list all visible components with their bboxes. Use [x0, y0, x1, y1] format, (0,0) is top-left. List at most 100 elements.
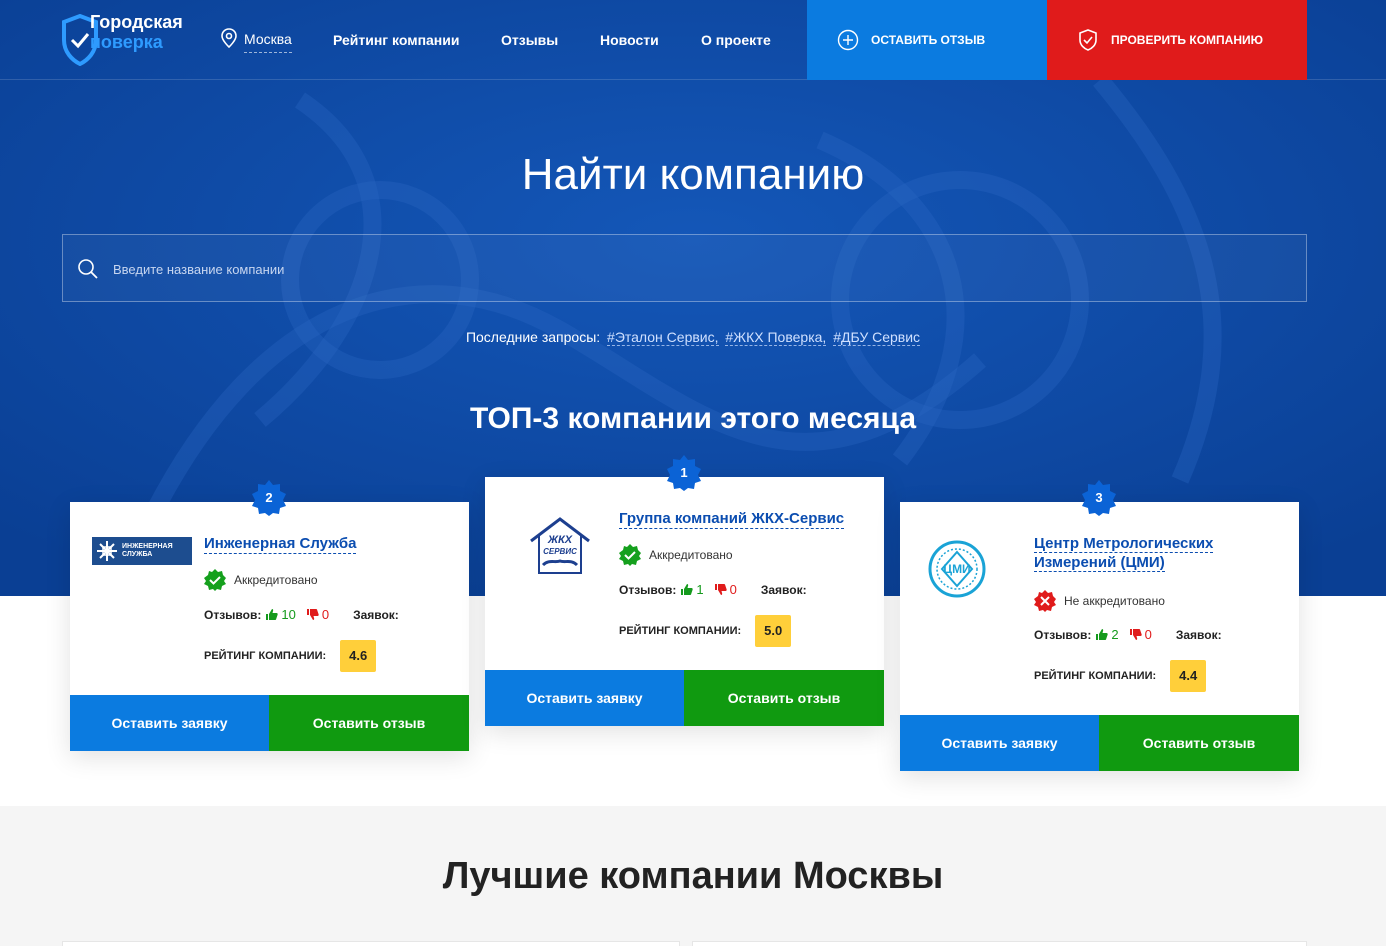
thumbs-up-icon: [1096, 629, 1109, 640]
nav-news[interactable]: Новости: [600, 32, 659, 48]
company-name[interactable]: Группа компаний ЖКХ-Сервис: [619, 509, 845, 529]
company-name[interactable]: Центр Метрологических Измерений (ЦМИ): [1034, 534, 1294, 572]
recent-tag[interactable]: #ДБУ Сервис: [833, 329, 921, 346]
search-input[interactable]: [113, 255, 1263, 283]
rank-badge: 2: [251, 480, 287, 516]
dislikes: 0: [714, 582, 737, 597]
nav-reviews[interactable]: Отзывы: [501, 32, 558, 48]
company-logo: ЦМИ: [928, 540, 986, 598]
not-accredited-x-icon: [1034, 590, 1056, 612]
rank-number: 2: [265, 490, 273, 505]
rank-number: 1: [680, 465, 688, 480]
thumbs-up-icon: [681, 584, 694, 595]
recent-tag[interactable]: #Эталон Сервис,: [607, 329, 719, 346]
accreditation-status: Аккредитовано: [619, 544, 733, 566]
reviews-label: Отзывов:: [1034, 627, 1092, 642]
review-stats: Отзывов: 10 0 Заявок:: [204, 607, 399, 622]
applications-label: Заявок:: [353, 607, 399, 622]
rank-badge: 3: [1081, 480, 1117, 516]
card-actions: Оставить заявку Оставить отзыв: [485, 670, 884, 726]
company-logo: ИНЖЕНЕРНАЯ СЛУЖБА: [92, 537, 192, 565]
leave-review-button[interactable]: ОСТАВИТЬ ОТЗЫВ: [807, 0, 1047, 80]
accreditation-label: Аккредитовано: [234, 573, 318, 587]
company-rating: РЕЙТИНГ КОМПАНИИ: 4.4: [1034, 660, 1207, 692]
search-box[interactable]: [62, 234, 1307, 302]
logo-caption-line1: ЖКХ: [547, 534, 573, 546]
likes-count: 10: [281, 607, 296, 622]
logo-line2: поверка: [90, 32, 163, 52]
accredited-check-icon: [619, 544, 641, 566]
rank-number: 3: [1095, 490, 1103, 505]
company-name-text: Центр Метрологических Измерений (ЦМИ): [1034, 535, 1214, 572]
leave-request-button[interactable]: Оставить заявку: [70, 695, 269, 751]
recent-queries: Последние запросы: #Эталон Сервис, #ЖКХ …: [0, 329, 1386, 346]
company-card: 3 ЦМИ Центр Метрологических Измерений (Ц…: [900, 480, 1299, 771]
reviews-label: Отзывов:: [204, 607, 262, 622]
leave-review-label: ОСТАВИТЬ ОТЗЫВ: [871, 33, 986, 47]
likes-count: 1: [696, 582, 704, 597]
dislikes-count: 0: [321, 607, 330, 622]
location-pin-icon: [221, 28, 237, 48]
nav-about[interactable]: О проекте: [701, 32, 771, 48]
company-card: 2 ИНЖЕНЕРНАЯ СЛУЖБА Инженерная Служба Ак…: [70, 480, 469, 751]
site-logo[interactable]: Городская поверка: [60, 12, 200, 68]
site-header: Городская поверка Москва Рейтинг компани…: [0, 0, 1386, 80]
search-title: Найти компанию: [521, 150, 865, 199]
dislikes-count: 0: [729, 582, 737, 597]
review-stats: Отзывов: 2 0 Заявок:: [1034, 627, 1222, 642]
accredited-check-icon: [204, 569, 226, 591]
rank-badge: 1: [666, 455, 702, 491]
logo-line1: Городская: [90, 12, 183, 32]
applications-label: Заявок:: [760, 582, 807, 597]
search-icon: [78, 259, 98, 279]
check-company-button[interactable]: ПРОВЕРИТЬ КОМПАНИЮ: [1047, 0, 1307, 80]
city-selector[interactable]: Москва: [220, 28, 292, 54]
leave-review-card-button[interactable]: Оставить отзыв: [1099, 715, 1299, 771]
review-stats: Отзывов: 1 0 Заявок:: [619, 582, 807, 597]
likes-count: 2: [1111, 627, 1119, 642]
shield-check-icon: [1079, 29, 1097, 51]
company-name[interactable]: Инженерная Служба: [204, 534, 357, 554]
best-companies-title: Лучшие компании Москвы: [442, 855, 944, 897]
likes: 10: [265, 607, 296, 622]
logo-caption-line2: СЛУЖБА: [122, 551, 153, 558]
company-logo: ЖКХ СЕРВИС: [527, 515, 593, 579]
thumbs-up-icon: [266, 609, 279, 620]
card-actions: Оставить заявку Оставить отзыв: [70, 695, 469, 751]
recent-label: Последние запросы:: [465, 329, 601, 345]
rating-value: 4.4: [1170, 660, 1207, 692]
accreditation-label: Аккредитовано: [649, 548, 733, 562]
nav-rating[interactable]: Рейтинг компании: [333, 32, 459, 48]
leave-request-button[interactable]: Оставить заявку: [485, 670, 684, 726]
accreditation-label: Не аккредитовано: [1064, 594, 1165, 608]
company-rating: РЕЙТИНГ КОМПАНИИ: 5.0: [619, 615, 792, 647]
reviews-label: Отзывов:: [619, 582, 677, 597]
logo-text: Городская поверка: [90, 12, 183, 52]
dislikes-count: 0: [1144, 627, 1152, 642]
leave-request-button[interactable]: Оставить заявку: [900, 715, 1099, 771]
city-label: Москва: [244, 31, 292, 53]
thumbs-down-icon: [306, 609, 319, 620]
logo-caption-line2: СЕРВИС: [543, 547, 577, 556]
check-company-label: ПРОВЕРИТЬ КОМПАНИЮ: [1111, 33, 1264, 47]
logo-caption: ЖКХ СЕРВИС: [535, 535, 585, 557]
company-list-card: [62, 941, 680, 946]
likes: 1: [680, 582, 704, 597]
leave-review-card-button[interactable]: Оставить отзыв: [269, 695, 469, 751]
plus-circle-icon: [837, 29, 859, 51]
company-list-card: [692, 941, 1307, 946]
card-actions: Оставить заявку Оставить отзыв: [900, 715, 1299, 771]
logo-caption-line1: ИНЖЕНЕРНАЯ: [122, 543, 173, 550]
dislikes: 0: [1129, 627, 1152, 642]
logo-caption: ЦМИ: [943, 562, 971, 576]
accreditation-status: Аккредитовано: [204, 569, 318, 591]
snowflake-logo-icon: [97, 541, 117, 561]
recent-tag[interactable]: #ЖКХ Поверка,: [725, 329, 827, 346]
leave-review-card-button[interactable]: Оставить отзыв: [684, 670, 884, 726]
logo-caption: ИНЖЕНЕРНАЯ СЛУЖБА: [122, 543, 173, 559]
company-rating: РЕЙТИНГ КОМПАНИИ: 4.6: [204, 640, 377, 672]
dislikes: 0: [306, 607, 329, 622]
rating-label: РЕЙТИНГ КОМПАНИИ:: [204, 650, 327, 662]
applications-label: Заявок:: [1175, 627, 1222, 642]
company-card: 1 ЖКХ СЕРВИС Группа компаний ЖКХ-Сервис …: [485, 455, 884, 726]
